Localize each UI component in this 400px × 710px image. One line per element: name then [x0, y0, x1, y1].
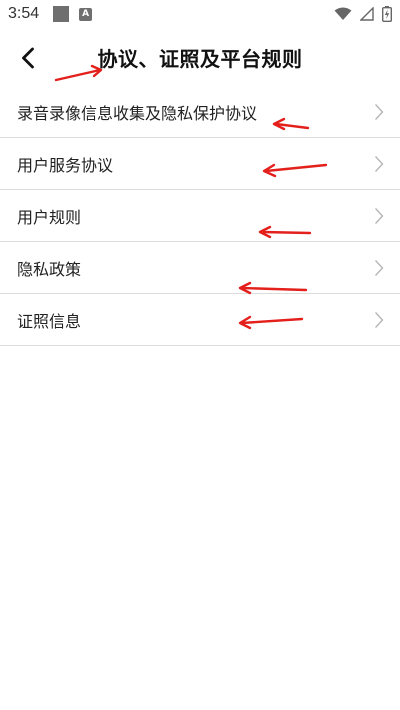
battery-charging-icon — [382, 6, 392, 22]
rules-list: 录音录像信息收集及隐私保护协议 用户服务协议 用户规则 隐私政策 证照信息 — [0, 86, 400, 346]
list-item-user-service-agreement[interactable]: 用户服务协议 — [0, 138, 400, 190]
list-item-label: 证照信息 — [17, 311, 82, 331]
status-icons — [334, 6, 392, 22]
back-arrow-icon — [22, 47, 34, 69]
list-item-label: 录音录像信息收集及隐私保护协议 — [17, 103, 258, 123]
status-time: 3:54 — [8, 5, 40, 22]
chevron-right-icon — [374, 207, 384, 224]
back-button[interactable] — [10, 40, 46, 76]
list-item-license-info[interactable]: 证照信息 — [0, 294, 400, 346]
list-item-label: 用户服务协议 — [17, 155, 114, 175]
list-item-label: 隐私政策 — [17, 259, 82, 279]
signal-icon — [360, 7, 374, 21]
list-item-recording-privacy-agreement[interactable]: 录音录像信息收集及隐私保护协议 — [0, 86, 400, 138]
chevron-right-icon — [374, 259, 384, 276]
a-icon: A — [79, 7, 93, 21]
list-item-label: 用户规则 — [17, 207, 82, 227]
screen: 3:54 A 协议、证照及平台规则 录音录像信息收集及隐私保护协议 用户服务协议… — [0, 0, 400, 710]
list-item-privacy-policy[interactable]: 隐私政策 — [0, 242, 400, 294]
wifi-icon — [334, 7, 352, 20]
header: 协议、证照及平台规则 — [0, 28, 400, 86]
notification-square-icon — [53, 6, 70, 22]
chevron-right-icon — [374, 103, 384, 120]
page-title: 协议、证照及平台规则 — [97, 46, 303, 71]
chevron-right-icon — [374, 311, 384, 328]
chevron-right-icon — [374, 155, 384, 172]
status-bar: 3:54 A — [0, 0, 400, 28]
list-item-user-rules[interactable]: 用户规则 — [0, 190, 400, 242]
